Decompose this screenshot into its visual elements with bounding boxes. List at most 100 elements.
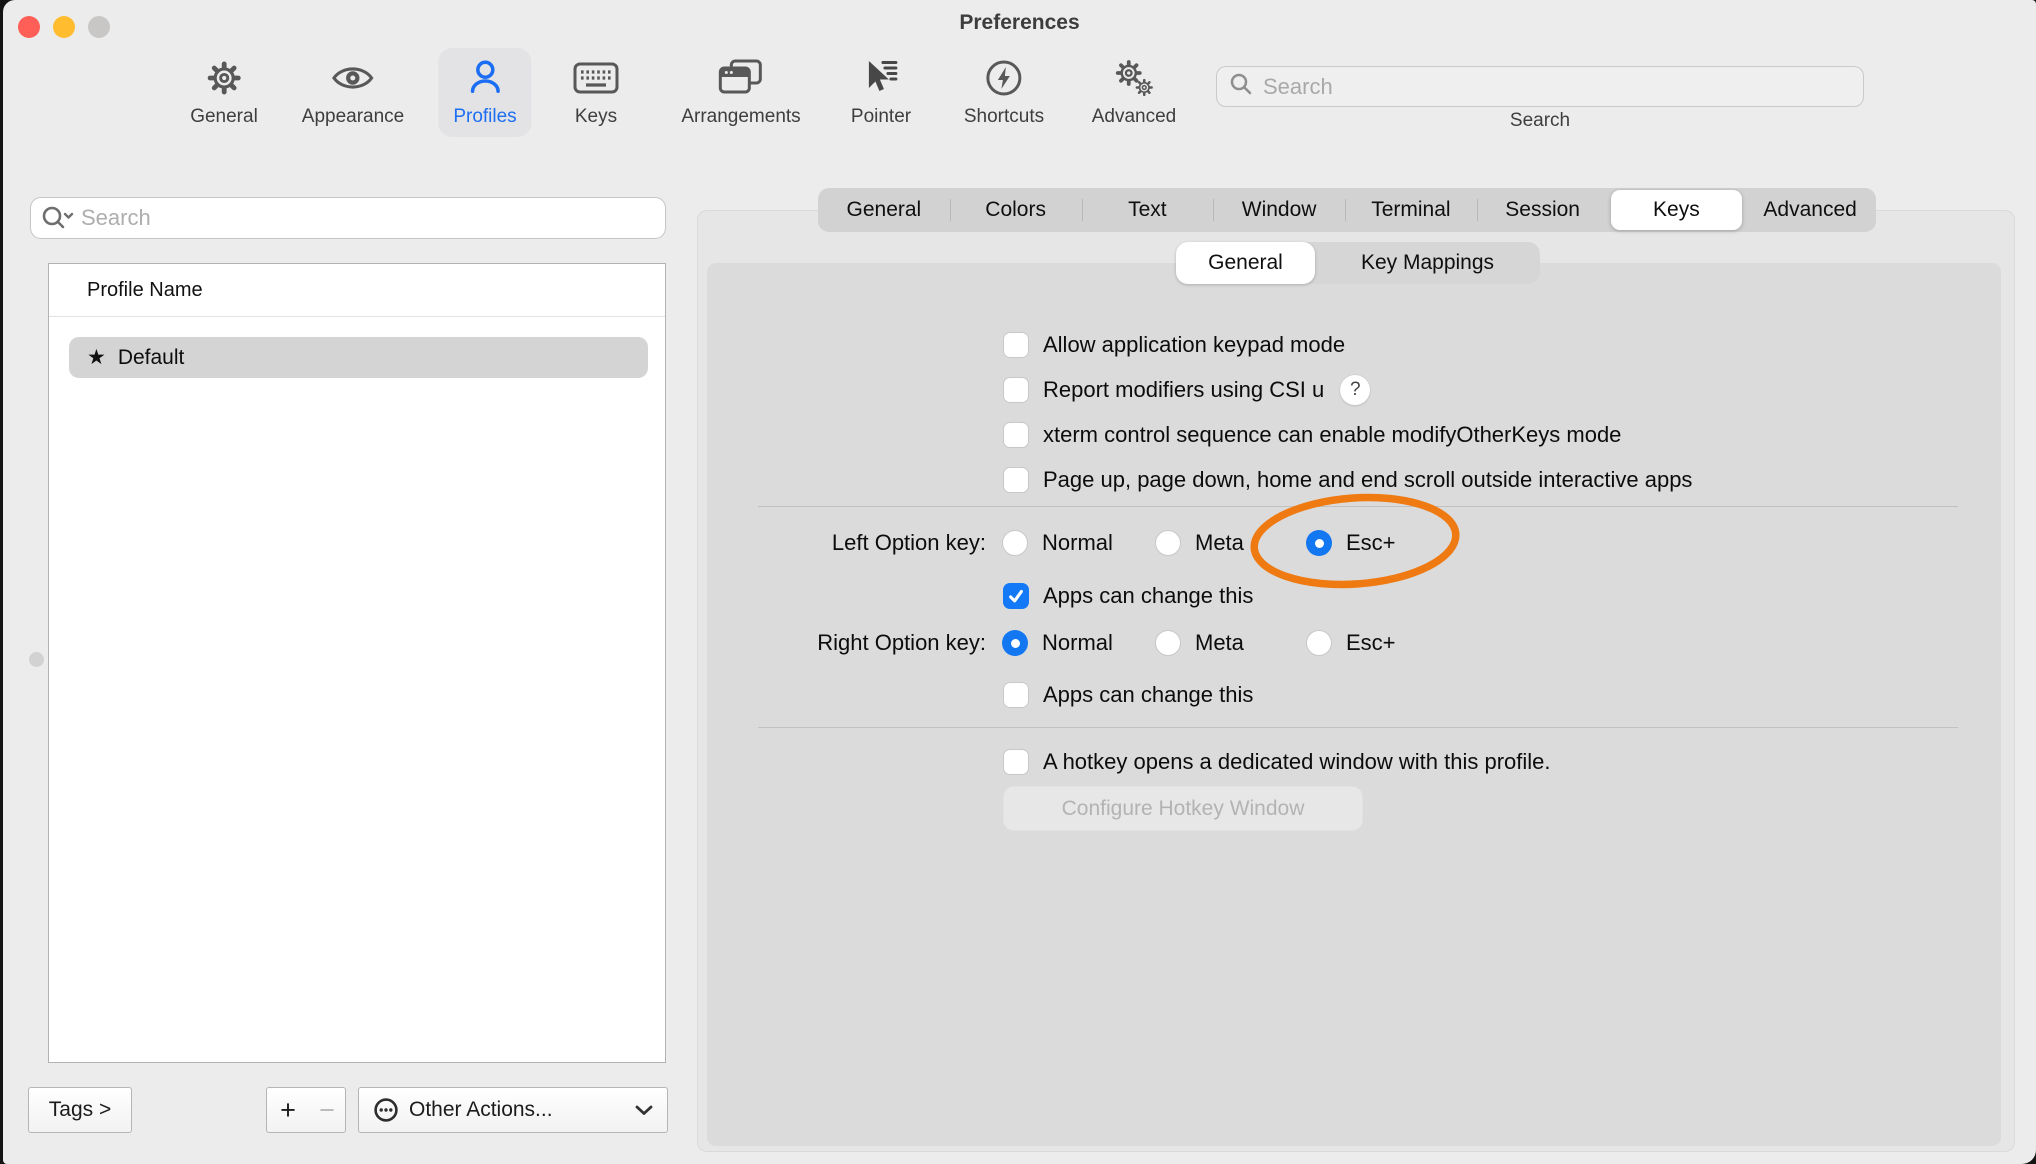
- eye-icon: [330, 55, 376, 101]
- radio-option: Esc+: [1306, 625, 1396, 661]
- checkbox-label: Apps can change this: [1043, 682, 1253, 708]
- toolbar-item-appearance[interactable]: Appearance: [287, 48, 419, 137]
- radio-option: Meta: [1155, 525, 1244, 561]
- profile-list: Profile Name ★ Default: [48, 263, 666, 1063]
- other-actions-label: Other Actions...: [409, 1098, 553, 1122]
- toolbar-label: General: [190, 106, 258, 128]
- toolbar-item-pointer[interactable]: Pointer: [836, 48, 926, 137]
- person-icon: [467, 55, 503, 101]
- divider: [758, 727, 1958, 728]
- checkbox-label: xterm control sequence can enable modify…: [1043, 422, 1621, 448]
- tab-terminal[interactable]: Terminal: [1345, 188, 1477, 232]
- tab-text[interactable]: Text: [1082, 188, 1214, 232]
- profile-list-header: Profile Name: [49, 264, 665, 317]
- radio-label: Esc+: [1346, 630, 1396, 656]
- toolbar-search-label: Search: [1440, 110, 1640, 132]
- subtab-general[interactable]: General: [1176, 242, 1315, 284]
- checkbox-row: A hotkey opens a dedicated window with t…: [1003, 744, 1551, 780]
- radio-left-meta[interactable]: [1155, 530, 1181, 556]
- divider: [758, 506, 1958, 507]
- checkbox-row: Report modifiers using CSI u ?: [1003, 372, 1370, 408]
- keys-subtabs: General Key Mappings: [1176, 242, 1540, 284]
- radio-option: Normal: [1002, 625, 1113, 661]
- checkbox-left-apps-change[interactable]: [1003, 583, 1029, 609]
- checkbox-modify-other-keys[interactable]: [1003, 422, 1029, 448]
- checkbox-label: Report modifiers using CSI u: [1043, 377, 1324, 403]
- remove-profile-button[interactable]: −: [309, 1087, 346, 1133]
- toolbar-item-general[interactable]: General: [175, 48, 273, 137]
- radio-right-esc[interactable]: [1306, 630, 1332, 656]
- checkbox-right-apps-change[interactable]: [1003, 682, 1029, 708]
- radio-right-normal[interactable]: [1002, 630, 1028, 656]
- checkbox-label: Apps can change this: [1043, 583, 1253, 609]
- other-actions-dropdown[interactable]: Other Actions...: [358, 1087, 668, 1133]
- search-icon: [1229, 72, 1253, 101]
- checkbox-label: Page up, page down, home and end scroll …: [1043, 467, 1692, 493]
- profile-search[interactable]: [30, 197, 666, 239]
- splitter-handle[interactable]: [29, 652, 44, 667]
- checkbox-label: Allow application keypad mode: [1043, 332, 1345, 358]
- radio-option: Normal: [1002, 525, 1113, 561]
- profile-search-input[interactable]: [81, 205, 655, 231]
- toolbar-item-advanced[interactable]: Advanced: [1077, 48, 1192, 137]
- radio-left-esc[interactable]: [1306, 530, 1332, 556]
- add-profile-button[interactable]: +: [266, 1087, 310, 1133]
- right-option-key-label: Right Option key:: [703, 625, 986, 661]
- toolbar-search-input[interactable]: [1263, 74, 1851, 100]
- help-button[interactable]: ?: [1340, 375, 1370, 405]
- tags-button[interactable]: Tags >: [28, 1087, 132, 1133]
- gears-icon: [1111, 55, 1157, 101]
- tab-advanced[interactable]: Advanced: [1744, 188, 1876, 232]
- toolbar-label: Arrangements: [681, 106, 800, 128]
- search-menu-icon: [41, 205, 75, 231]
- toolbar-label: Keys: [575, 106, 617, 128]
- profile-name: Default: [118, 346, 185, 370]
- preferences-window: Preferences General Appearance Profiles: [3, 0, 2036, 1164]
- checkbox-row: Page up, page down, home and end scroll …: [1003, 462, 1692, 498]
- keyboard-icon: [573, 55, 619, 101]
- left-option-key-label: Left Option key:: [703, 525, 986, 561]
- profile-section-tabs: General Colors Text Window Terminal Sess…: [818, 188, 1876, 232]
- checkbox-row: Apps can change this: [1003, 578, 1253, 614]
- profile-row-default[interactable]: ★ Default: [69, 337, 648, 378]
- checkbox-csi-u[interactable]: [1003, 377, 1029, 403]
- radio-option: Esc+: [1306, 525, 1396, 561]
- toolbar-label: Appearance: [302, 106, 404, 128]
- radio-label: Meta: [1195, 630, 1244, 656]
- toolbar-item-arrangements[interactable]: Arrangements: [666, 48, 815, 137]
- radio-right-meta[interactable]: [1155, 630, 1181, 656]
- chevron-down-icon: [635, 1105, 653, 1116]
- checkbox-keypad-mode[interactable]: [1003, 332, 1029, 358]
- toolbar-item-profiles[interactable]: Profiles: [438, 48, 531, 137]
- tab-general[interactable]: General: [818, 188, 950, 232]
- toolbar-label: Shortcuts: [964, 106, 1044, 128]
- radio-label: Normal: [1042, 530, 1113, 556]
- radio-left-normal[interactable]: [1002, 530, 1028, 556]
- subtab-key-mappings[interactable]: Key Mappings: [1315, 242, 1540, 284]
- toolbar-item-shortcuts[interactable]: Shortcuts: [949, 48, 1059, 137]
- star-icon: ★: [87, 347, 106, 368]
- window-title: Preferences: [3, 11, 2036, 35]
- radio-option: Meta: [1155, 625, 1244, 661]
- toolbar-search[interactable]: [1216, 66, 1864, 107]
- tab-colors[interactable]: Colors: [950, 188, 1082, 232]
- tab-window[interactable]: Window: [1213, 188, 1345, 232]
- checkbox-row: Apps can change this: [1003, 677, 1253, 713]
- radio-label: Normal: [1042, 630, 1113, 656]
- checkbox-row: xterm control sequence can enable modify…: [1003, 417, 1621, 453]
- tab-keys[interactable]: Keys: [1611, 190, 1743, 230]
- tab-session[interactable]: Session: [1477, 188, 1609, 232]
- toolbar-label: Profiles: [453, 106, 516, 128]
- checkbox-label: A hotkey opens a dedicated window with t…: [1043, 749, 1551, 775]
- radio-label: Esc+: [1346, 530, 1396, 556]
- lightning-icon: [984, 55, 1024, 101]
- configure-hotkey-window-button: Configure Hotkey Window: [1003, 786, 1363, 831]
- toolbar-item-keys[interactable]: Keys: [558, 48, 634, 137]
- toolbar-label: Advanced: [1092, 106, 1177, 128]
- checkbox-hotkey-window[interactable]: [1003, 749, 1029, 775]
- checkbox-row: Allow application keypad mode: [1003, 327, 1345, 363]
- toolbar-label: Pointer: [851, 106, 911, 128]
- checkbox-scroll-outside[interactable]: [1003, 467, 1029, 493]
- gear-icon: [203, 55, 245, 101]
- cursor-icon: [861, 55, 901, 101]
